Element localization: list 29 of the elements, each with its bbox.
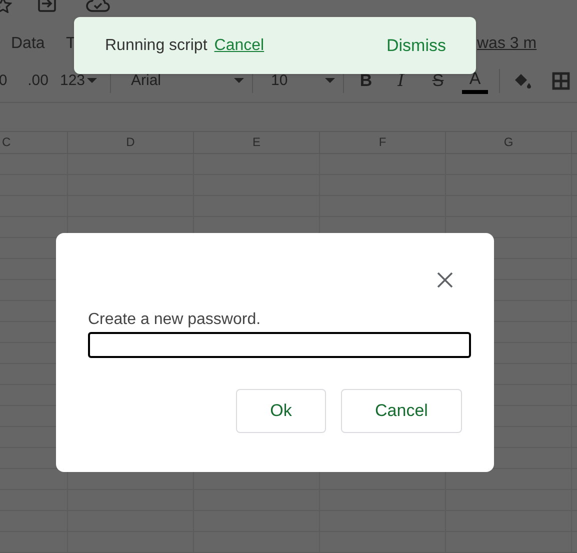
caret-icon [325, 78, 335, 84]
font-size-dropdown[interactable]: 10 [271, 70, 343, 93]
close-icon[interactable] [437, 272, 453, 288]
cancel-link[interactable]: Cancel [214, 34, 264, 58]
paint-bucket-icon[interactable] [513, 72, 533, 90]
column-header[interactable]: C [0, 132, 68, 154]
font-dropdown[interactable]: Arial [131, 70, 252, 93]
toast-message: Running script [105, 36, 208, 56]
caret-icon [234, 78, 244, 84]
bold-button[interactable]: B [359, 72, 373, 90]
last-edit-link[interactable]: was 3 m [477, 32, 537, 56]
dialog-button[interactable]: Cancel [341, 389, 462, 433]
prompt-label: Create a new password. [88, 310, 262, 330]
column-header[interactable]: G [446, 132, 572, 154]
text-color-button[interactable]: A [462, 68, 488, 94]
borders-icon[interactable] [552, 72, 570, 90]
column-header[interactable]: E [194, 132, 320, 154]
increase-decimal-button[interactable]: .00 [26, 74, 50, 88]
menu-item[interactable]: Data [11, 32, 45, 56]
caret-icon [87, 78, 98, 84]
number-format-dropdown[interactable]: 123 [60, 70, 100, 93]
strikethrough-button[interactable]: S [431, 72, 445, 90]
dialog-button[interactable]: Ok [236, 389, 326, 433]
column-header[interactable]: D [68, 132, 194, 154]
password-field[interactable] [88, 332, 471, 358]
cloud-check-icon[interactable] [86, 0, 110, 13]
import-icon[interactable] [37, 0, 57, 13]
dismiss-button[interactable]: Dismiss [386, 32, 446, 58]
column-header[interactable]: F [320, 132, 446, 154]
